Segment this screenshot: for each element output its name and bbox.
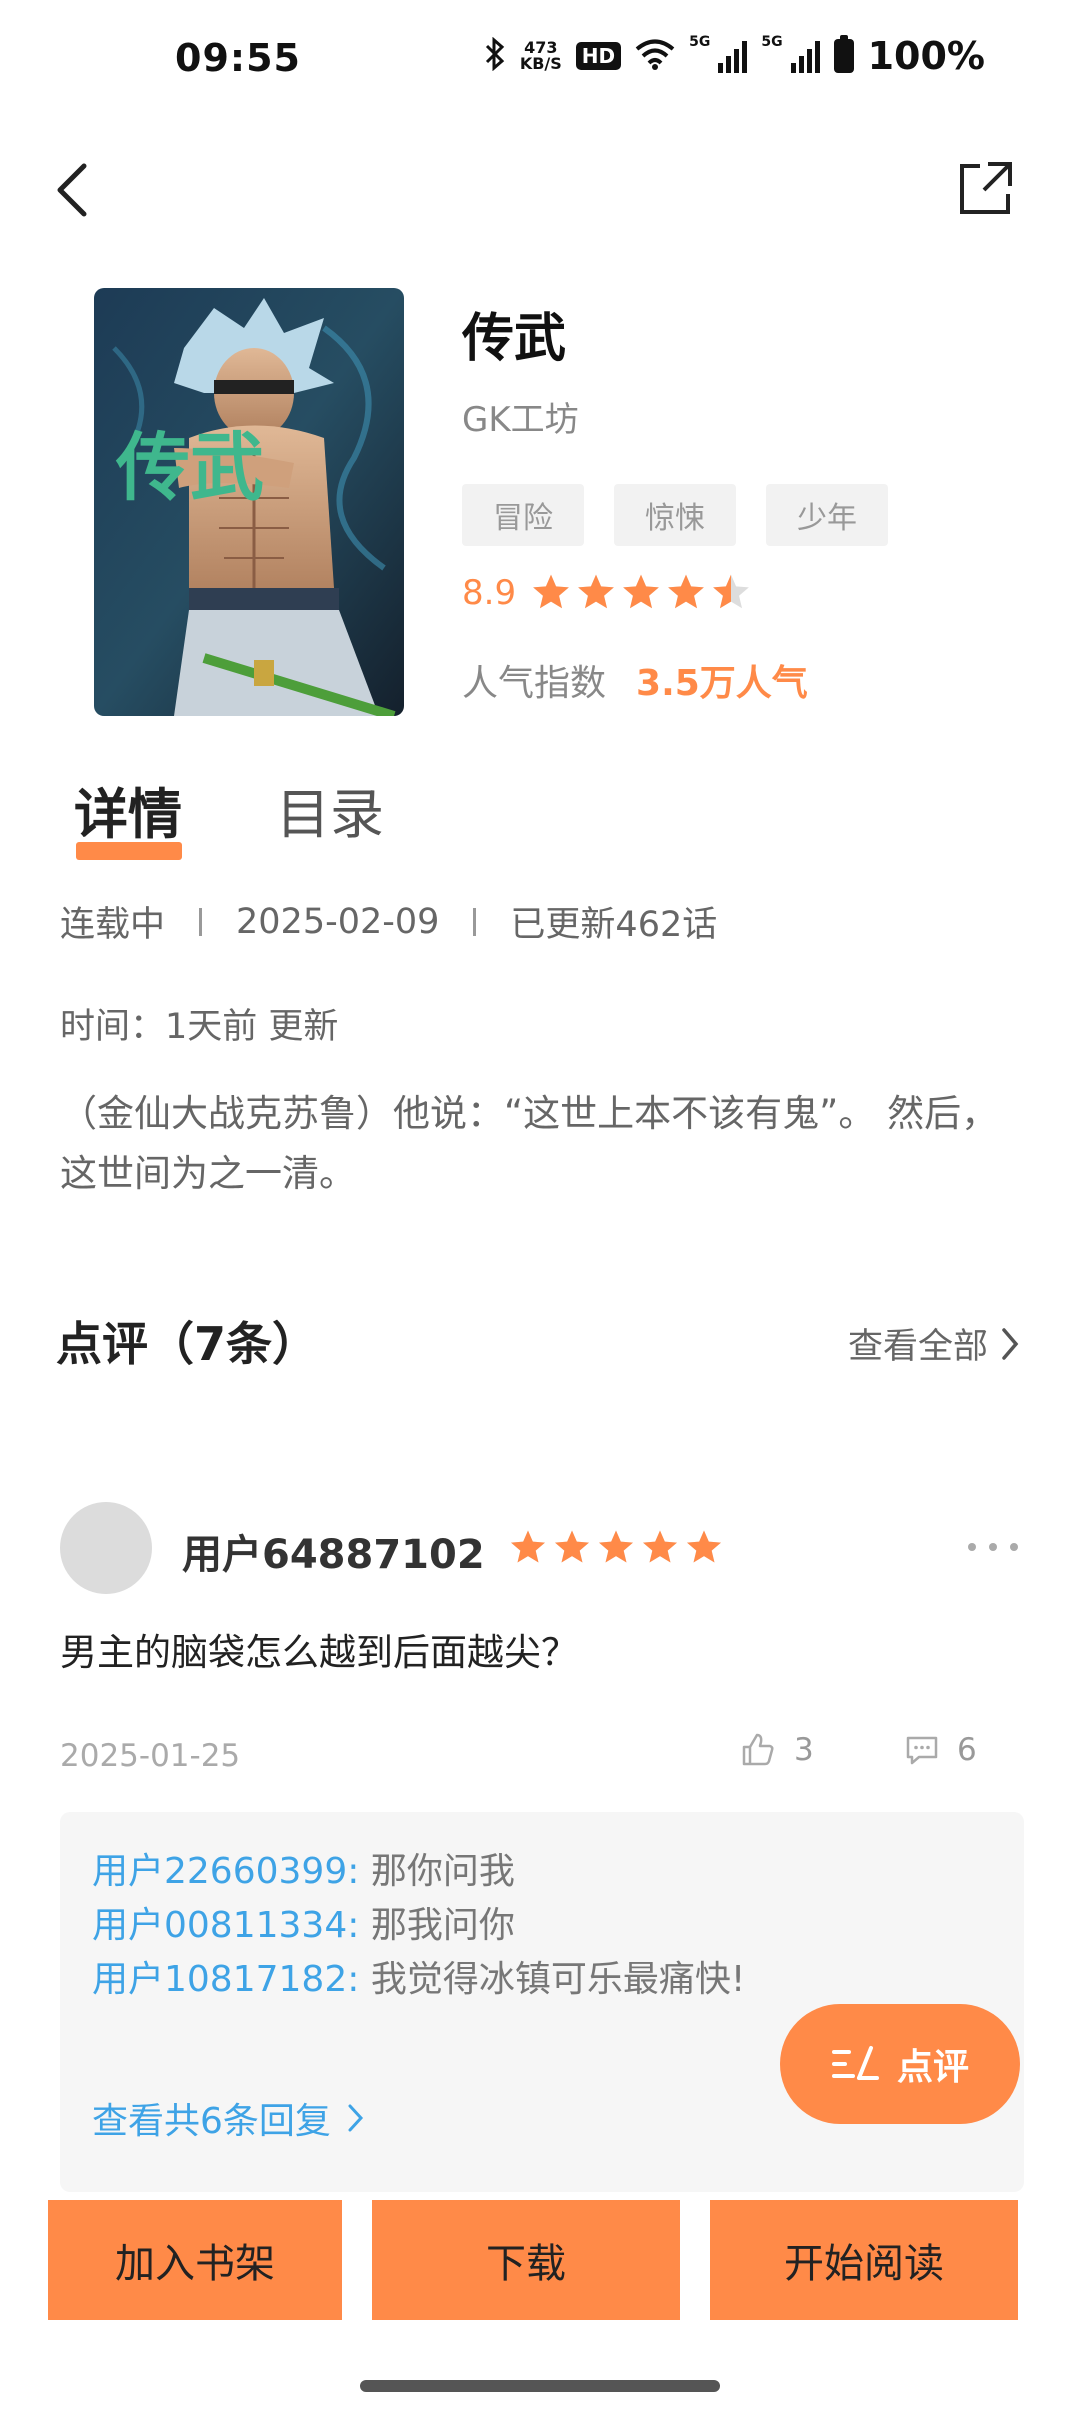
serial-status: 连载中: [60, 905, 166, 945]
star-icon: [511, 1530, 545, 1563]
status-bar: 09:55 473 KB/S HD 5G 5G 100%: [0, 0, 1080, 120]
reply-item[interactable]: 用户10817182: 我觉得冰镇可乐最痛快!: [92, 1950, 745, 2002]
update-time: 时间：1天前 更新: [60, 1007, 339, 1047]
tag-chip[interactable]: 惊悚: [614, 484, 736, 546]
comment-icon: [906, 1736, 938, 1765]
reply-item[interactable]: 用户22660399: 那你问我: [92, 1842, 515, 1894]
reply-username[interactable]: 用户00811334:: [92, 1905, 359, 1946]
network-speed-unit: KB/S: [519, 54, 562, 73]
reply-box: 用户22660399: 那你问我 用户00811334: 那我问你 用户1081…: [60, 1812, 1024, 2192]
chevron-left-icon: [57, 163, 87, 217]
status-time: 09:55: [175, 36, 301, 80]
star-icon: [533, 574, 569, 609]
rating-score: 8.9: [462, 573, 517, 613]
tag-list: 冒险 惊悚 少年: [462, 484, 888, 546]
more-options-icon[interactable]: [968, 1540, 1018, 1554]
add-to-shelf-button[interactable]: 加入书架: [48, 2200, 342, 2320]
popularity-label: 人气指数: [462, 663, 607, 704]
signal-1-label: 5G: [689, 34, 711, 50]
wifi-icon: [635, 38, 675, 74]
see-all-reviews-link[interactable]: 查看全部: [848, 1318, 1020, 1369]
review-text: 男主的脑袋怎么越到后面越尖？: [60, 1631, 578, 1674]
book-cover[interactable]: 传武: [94, 288, 404, 716]
view-all-replies-link[interactable]: 查看共6条回复: [92, 2092, 365, 2144]
battery-icon: [833, 35, 854, 73]
signal-2-label: 5G: [761, 34, 783, 50]
avatar[interactable]: [60, 1502, 152, 1594]
divider: [473, 907, 477, 936]
cover-calligraphy: 传武: [115, 425, 264, 511]
star-icon: [713, 574, 749, 609]
episode-count: 已更新462话: [510, 905, 718, 945]
divider: [199, 907, 203, 936]
review-stars: [508, 1528, 724, 1568]
star-icon: [643, 1530, 677, 1563]
reviews-title: 点评（7条）: [56, 1317, 319, 1371]
reply-text: 那你问我: [359, 1851, 515, 1892]
network-speed: 473 KB/S: [520, 40, 562, 72]
reply-username[interactable]: 用户10817182:: [92, 1959, 359, 2000]
comment-count: 6: [957, 1732, 977, 1768]
back-button[interactable]: [48, 160, 98, 220]
download-button[interactable]: 下载: [372, 2200, 680, 2320]
hd-icon: HD: [575, 42, 622, 70]
update-date: 2025-02-09: [236, 901, 440, 942]
book-meta: 连载中 2025-02-09 已更新462话: [60, 896, 717, 947]
book-rating: 8.9: [462, 572, 752, 614]
status-icons: 473 KB/S HD 5G 5G 100%: [484, 34, 985, 78]
tag-chip[interactable]: 冒险: [462, 484, 584, 546]
see-all-label: 查看全部: [847, 1327, 988, 1367]
tag-chip[interactable]: 少年: [766, 484, 888, 546]
like-button[interactable]: 3: [740, 1732, 814, 1768]
thumbs-up-icon: [742, 1733, 774, 1766]
view-replies-label: 查看共6条回复: [92, 2101, 331, 2142]
star-icon: [599, 1530, 633, 1563]
edit-icon: [831, 2046, 879, 2080]
review-username[interactable]: 用户64887102: [182, 1522, 485, 1580]
tab-details[interactable]: 详情: [74, 770, 182, 849]
signal-icon: [790, 39, 820, 73]
star-icon: [687, 1530, 721, 1563]
battery-percent: 100%: [867, 34, 985, 78]
chevron-right-icon: [348, 2104, 363, 2132]
share-icon: [960, 162, 1012, 214]
book-author[interactable]: GK工坊: [462, 392, 579, 441]
star-icon: [555, 1530, 589, 1563]
rating-stars: [530, 572, 752, 614]
star-icon: [578, 574, 614, 609]
fab-label: 点评: [896, 2047, 969, 2088]
active-tab-indicator: [76, 842, 182, 860]
share-button[interactable]: [958, 160, 1014, 216]
write-review-fab[interactable]: 点评: [780, 2004, 1020, 2124]
chevron-right-icon: [1002, 1327, 1019, 1360]
reply-text: 我觉得冰镇可乐最痛快!: [359, 1959, 746, 2000]
synopsis: （金仙大战克苏鲁）他说：“这世上本不该有鬼”。 然后，这世间为之一清。: [60, 1092, 999, 1195]
book-title: 传武: [462, 309, 567, 369]
popularity-value: 3.5万人气: [636, 663, 808, 704]
reply-username[interactable]: 用户22660399:: [92, 1851, 359, 1892]
signal-icon: [718, 39, 748, 73]
star-icon: [668, 574, 704, 609]
star-icon: [623, 574, 659, 609]
popularity: 人气指数 3.5万人气: [462, 654, 808, 706]
tab-catalog[interactable]: 目录: [276, 770, 384, 849]
like-count: 3: [794, 1732, 814, 1768]
reply-text: 那我问你: [359, 1905, 515, 1946]
start-reading-button[interactable]: 开始阅读: [710, 2200, 1018, 2320]
bluetooth-icon: [484, 36, 506, 75]
review-date: 2025-01-25: [60, 1738, 241, 1774]
reply-item[interactable]: 用户00811334: 那我问你: [92, 1896, 515, 1948]
home-indicator[interactable]: [360, 2380, 720, 2392]
comment-button[interactable]: 6: [905, 1732, 977, 1768]
